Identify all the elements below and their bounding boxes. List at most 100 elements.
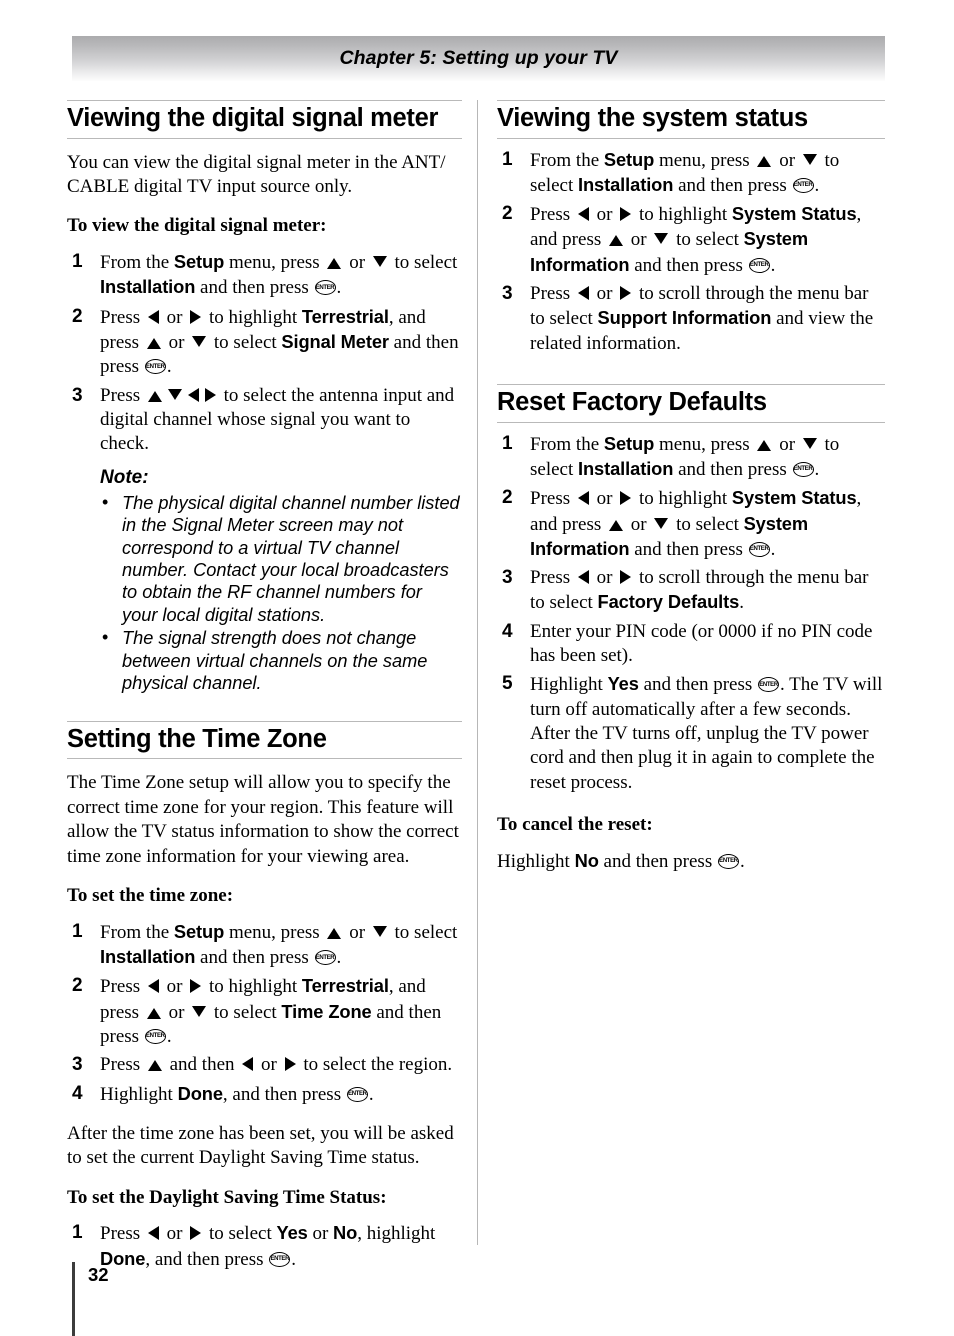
ui-term: Factory Defaults (597, 591, 740, 613)
step-number: 1 (72, 1222, 83, 1244)
chapter-title: Chapter 5: Setting up your TV (339, 47, 618, 69)
arrow-up-icon (146, 1007, 161, 1019)
arrow-down-icon (802, 437, 817, 449)
ui-term: Setup (603, 432, 655, 454)
step-text: From the Setup menu, press or to select … (100, 251, 458, 299)
step-number: 1 (72, 920, 83, 942)
step-item: 1 From the Setup menu, press or to select… (67, 250, 462, 301)
arrow-left-icon (147, 1226, 159, 1241)
step-text: Press or to select Yes or No, highlight … (100, 1222, 436, 1270)
arrow-down-icon (167, 388, 182, 400)
arrow-down-icon (802, 153, 817, 165)
arrow-down-icon (654, 233, 669, 245)
section-heading: Viewing the system status (497, 100, 885, 139)
left-column: Viewing the digital signal meter You can… (67, 100, 462, 1272)
ui-term: No (574, 849, 599, 871)
arrow-left-icon (577, 286, 589, 301)
arrow-right-icon (190, 979, 202, 994)
enter-button-icon: ENTER (144, 359, 166, 375)
arrow-left-icon (242, 1057, 254, 1072)
step-number: 4 (72, 1082, 83, 1104)
step-item: 1 Press or to select Yes or No, highlight… (67, 1221, 462, 1272)
step-item: 2 Press or to highlight System Status, an… (497, 202, 885, 278)
step-item: 2 Press or to highlight System Status, an… (497, 486, 885, 562)
arrow-up-icon (327, 258, 342, 270)
step-list: 1 From the Setup menu, press or to select… (67, 250, 462, 457)
step-number: 4 (502, 620, 513, 642)
ui-term: Done (177, 1082, 223, 1104)
ui-term: System Status (731, 487, 857, 509)
enter-button-icon: ENTER (758, 677, 780, 693)
ui-term: System Status (731, 203, 857, 225)
arrow-up-icon (608, 519, 623, 531)
arrow-right-icon (284, 1057, 296, 1072)
arrow-left-icon (577, 207, 589, 222)
step-item: 2 Press or to highlight Terrestrial, and … (67, 974, 462, 1049)
step-text: Press and then or to select the region. (100, 1054, 453, 1076)
step-number: 1 (502, 432, 513, 454)
step-list: 1 From the Setup menu, press or to select… (497, 148, 885, 357)
arrow-down-icon (654, 517, 669, 529)
ui-term: Time Zone (281, 1000, 372, 1022)
section-subheading-dst: To set the Daylight Saving Time Status: (67, 1186, 387, 1208)
cancel-instruction: Highlight No and then press ENTER. (497, 849, 745, 872)
arrow-right-icon (190, 1226, 202, 1241)
section-reset-factory-defaults: Reset Factory Defaults 1 From the Setup m… (497, 384, 885, 874)
step-text: From the Setup menu, press or to select … (530, 432, 840, 480)
enter-button-icon: ENTER (314, 280, 336, 296)
arrow-up-icon (327, 927, 342, 939)
step-text: Press to select the antenna input and di… (100, 384, 455, 455)
arrow-right-icon (620, 491, 632, 506)
step-text: Enter your PIN code (or 0000 if no PIN c… (530, 620, 873, 667)
enter-button-icon: ENTER (792, 461, 814, 477)
ui-term: No (333, 1222, 358, 1244)
section-heading: Viewing the digital signal meter (67, 100, 462, 139)
enter-button-icon: ENTER (792, 177, 814, 193)
step-item: 1 From the Setup menu, press or to select… (67, 920, 462, 971)
step-list-dst: 1 Press or to select Yes or No, highlight… (67, 1221, 462, 1272)
section-intro-paragraph: You can view the digital signal meter in… (67, 151, 446, 197)
note-item: • The signal strength does not change bet… (100, 627, 462, 694)
arrow-down-icon (372, 925, 387, 937)
step-number: 2 (502, 487, 513, 509)
arrow-right-icon (620, 207, 632, 222)
section-intro-paragraph: The Time Zone setup will allow you to sp… (67, 772, 459, 867)
step-number: 2 (502, 203, 513, 225)
arrow-right-icon (620, 286, 632, 301)
ui-term: Installation (100, 946, 196, 968)
arrow-down-icon (372, 256, 387, 268)
step-number: 2 (72, 975, 83, 997)
arrow-left-icon (187, 387, 199, 402)
enter-button-icon: ENTER (314, 950, 336, 966)
arrow-right-icon (204, 387, 216, 402)
step-item: 3 Press or to scroll through the menu bar… (497, 566, 885, 616)
step-text: From the Setup menu, press or to select … (100, 920, 458, 969)
ui-term: Installation (578, 457, 674, 479)
footer-rule (72, 1262, 75, 1336)
step-text: Press or to scroll through the menu bar … (530, 567, 869, 614)
note-item: • The physical digital channel number lis… (100, 492, 462, 627)
note-text: The physical digital channel number list… (122, 492, 460, 625)
note-text: The signal strength does not change betw… (122, 628, 428, 694)
ui-term: Setup (173, 251, 225, 273)
note-block: Note: • The physical digital channel numb… (100, 467, 462, 695)
arrow-up-icon (146, 338, 161, 350)
arrow-up-icon (147, 390, 162, 402)
ui-term: Terrestrial (301, 975, 389, 997)
step-item: 3 Press and then or to select the region. (67, 1053, 462, 1077)
after-timezone-paragraph: After the time zone has been set, you wi… (67, 1122, 454, 1169)
section-heading: Setting the Time Zone (67, 720, 462, 760)
section-subheading-cancel: To cancel the reset: (497, 813, 653, 835)
step-text: Press or to scroll through the menu bar … (530, 283, 874, 354)
enter-button-icon: ENTER (269, 1251, 291, 1267)
enter-button-icon: ENTER (748, 257, 770, 273)
step-number: 1 (502, 148, 513, 170)
section-subheading: To view the digital signal meter: (67, 215, 327, 237)
note-items: • The physical digital channel number lis… (100, 492, 462, 695)
enter-button-icon: ENTER (346, 1086, 368, 1102)
step-item: 5 Highlight Yes and then press ENTER. The… (497, 672, 885, 795)
step-number: 3 (72, 1054, 83, 1076)
arrow-up-icon (757, 155, 772, 167)
ui-term: Installation (100, 276, 196, 298)
ui-term: Yes (607, 673, 639, 695)
